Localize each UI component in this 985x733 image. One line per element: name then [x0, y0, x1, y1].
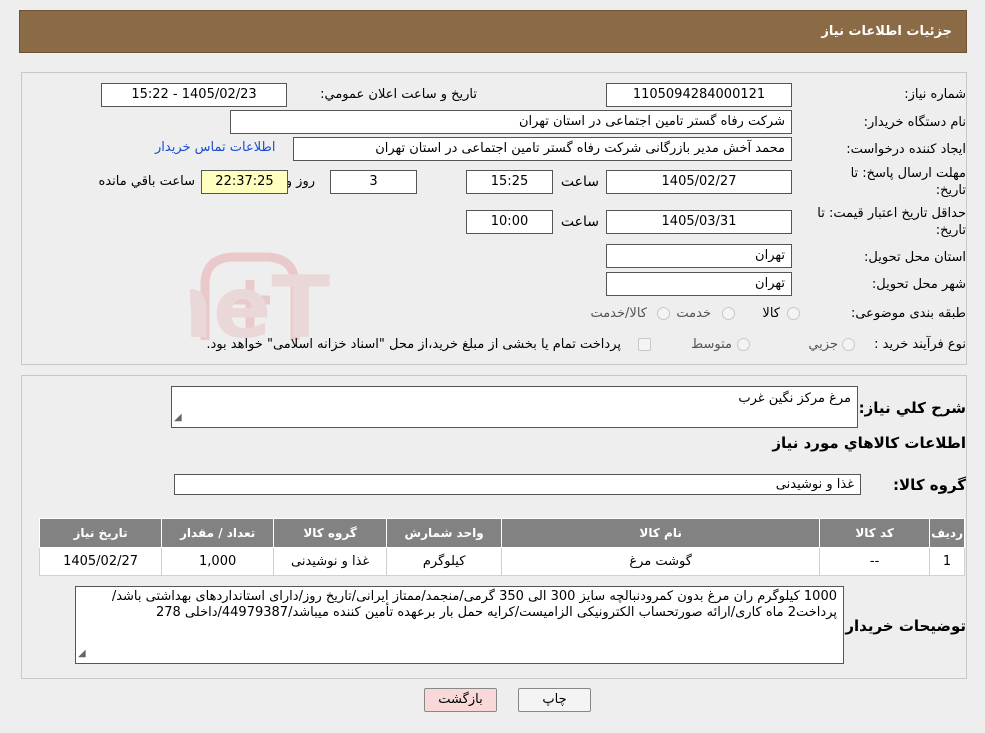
column-header: تعداد / مقدار — [161, 518, 275, 548]
column-header: واحد شمارش — [386, 518, 503, 548]
purchase-type-radio-minor[interactable] — [842, 338, 855, 351]
category-radio-goods-service[interactable] — [657, 307, 670, 320]
goods-group-field: غذا و نوشیدنی — [174, 474, 861, 495]
buyer-org-label: نام دستگاه خريدار: — [863, 115, 966, 130]
buyer-org-field: شرکت رفاه گستر تامین اجتماعی در استان ته… — [230, 110, 792, 134]
category-option-service: خدمت — [676, 306, 711, 321]
days-label: روز و — [285, 174, 315, 189]
need-number-label: شماره نیاز: — [904, 87, 966, 102]
resize-grip-icon[interactable]: ◢ — [174, 410, 182, 426]
category-label: طبقه بندی موضوعی: — [850, 306, 966, 321]
treasury-checkbox[interactable] — [638, 338, 651, 351]
reply-time-label: ساعت — [560, 174, 599, 190]
table-cell: کیلوگرم — [386, 547, 503, 576]
print-button[interactable]: چاپ — [518, 688, 591, 712]
buyer-notes-label: توضيحات خريدار: — [839, 617, 966, 635]
delivery-province-field: تهران — [606, 244, 792, 268]
description-text: مرغ مرکز نگین غرب — [738, 391, 851, 406]
requester-field: محمد آخش مدیر بازرگانی شرکت رفاه گستر تا… — [293, 137, 792, 161]
purchase-type-radio-medium[interactable] — [737, 338, 750, 351]
announce-field: 1405/02/23 - 15:22 — [101, 83, 287, 107]
column-header: کد کالا — [819, 518, 931, 548]
description-field: مرغ مرکز نگین غرب ◢ — [171, 386, 858, 428]
table-cell: گوشت مرغ — [501, 547, 821, 576]
buyer-notes-field: 1000 کیلوگرم ران مرغ بدون کمرودنبالچه سا… — [75, 586, 844, 664]
purchase-type-option-minor: جزيي — [808, 337, 838, 352]
purchase-type-label: نوع فرآيند خريد : — [874, 337, 966, 352]
column-header: نام کالا — [501, 518, 821, 548]
reply-deadline-label-1: مهلت ارسال پاسخ: تا — [850, 166, 966, 181]
page-title: جزئیات اطلاعات نیاز — [821, 24, 952, 39]
buyer-notes-text: 1000 کیلوگرم ران مرغ بدون کمرودنبالچه سا… — [111, 589, 837, 620]
delivery-city-field: تهران — [606, 272, 792, 296]
description-label: شرح کلي نياز: — [858, 399, 966, 417]
announce-label: تاریخ و ساعت اعلان عمومي: — [320, 87, 477, 102]
goods-section-title: اطلاعات کالاهاي مورد نياز — [772, 434, 966, 452]
category-option-goods-service: کالا/خدمت — [590, 306, 647, 321]
price-validity-date: 1405/03/31 — [606, 210, 792, 234]
reply-deadline-time: 15:25 — [466, 170, 553, 194]
goods-group-label: گروه کالا: — [893, 476, 966, 494]
back-button[interactable]: بازگشت — [424, 688, 497, 712]
table-header-row: رديف کد کالا نام کالا واحد شمارش گروه کا… — [38, 518, 965, 548]
delivery-province-label: استان محل تحويل: — [864, 250, 966, 265]
price-validity-label-1: حداقل تاريخ اعتبار قيمت: تا — [817, 206, 966, 221]
remaining-time: 22:37:25 — [201, 170, 288, 194]
category-option-goods: کالا — [762, 306, 780, 321]
price-time-label: ساعت — [560, 214, 599, 230]
table-cell: 1405/02/27 — [38, 547, 163, 576]
reply-deadline-date: 1405/02/27 — [606, 170, 792, 194]
table-cell: 1 — [929, 547, 965, 576]
table-cell: -- — [819, 547, 931, 576]
buyer-contact-link[interactable]: اطلاعات تماس خريدار — [155, 140, 275, 155]
price-validity-label-2: تاريخ: — [935, 223, 966, 238]
need-number-field: 1105094284000121 — [606, 83, 792, 107]
resize-grip-icon[interactable]: ◢ — [78, 646, 86, 662]
delivery-city-label: شهر محل تحويل: — [871, 277, 966, 292]
category-radio-service[interactable] — [722, 307, 735, 320]
goods-table: رديف کد کالا نام کالا واحد شمارش گروه کا… — [38, 518, 965, 576]
remaining-days: 3 — [330, 170, 417, 194]
remaining-label: ساعت باقي مانده — [98, 174, 195, 189]
column-header: گروه کالا — [273, 518, 388, 548]
purchase-type-option-medium: متوسط — [691, 337, 732, 352]
page-header: جزئیات اطلاعات نیاز — [19, 10, 967, 53]
column-header: تاريخ نياز — [38, 518, 163, 548]
column-header: رديف — [929, 518, 965, 548]
table-row: 1 -- گوشت مرغ کیلوگرم غذا و نوشیدنی 1,00… — [38, 547, 965, 576]
category-radio-goods[interactable] — [787, 307, 800, 320]
requester-label: ايجاد کننده درخواست: — [846, 142, 966, 157]
treasury-note: پرداخت تمام يا بخشی از مبلغ خريد،از محل … — [206, 337, 621, 352]
table-cell: غذا و نوشیدنی — [273, 547, 388, 576]
reply-deadline-label-2: تاريخ: — [935, 183, 966, 198]
price-validity-time: 10:00 — [466, 210, 553, 234]
table-cell: 1,000 — [161, 547, 275, 576]
